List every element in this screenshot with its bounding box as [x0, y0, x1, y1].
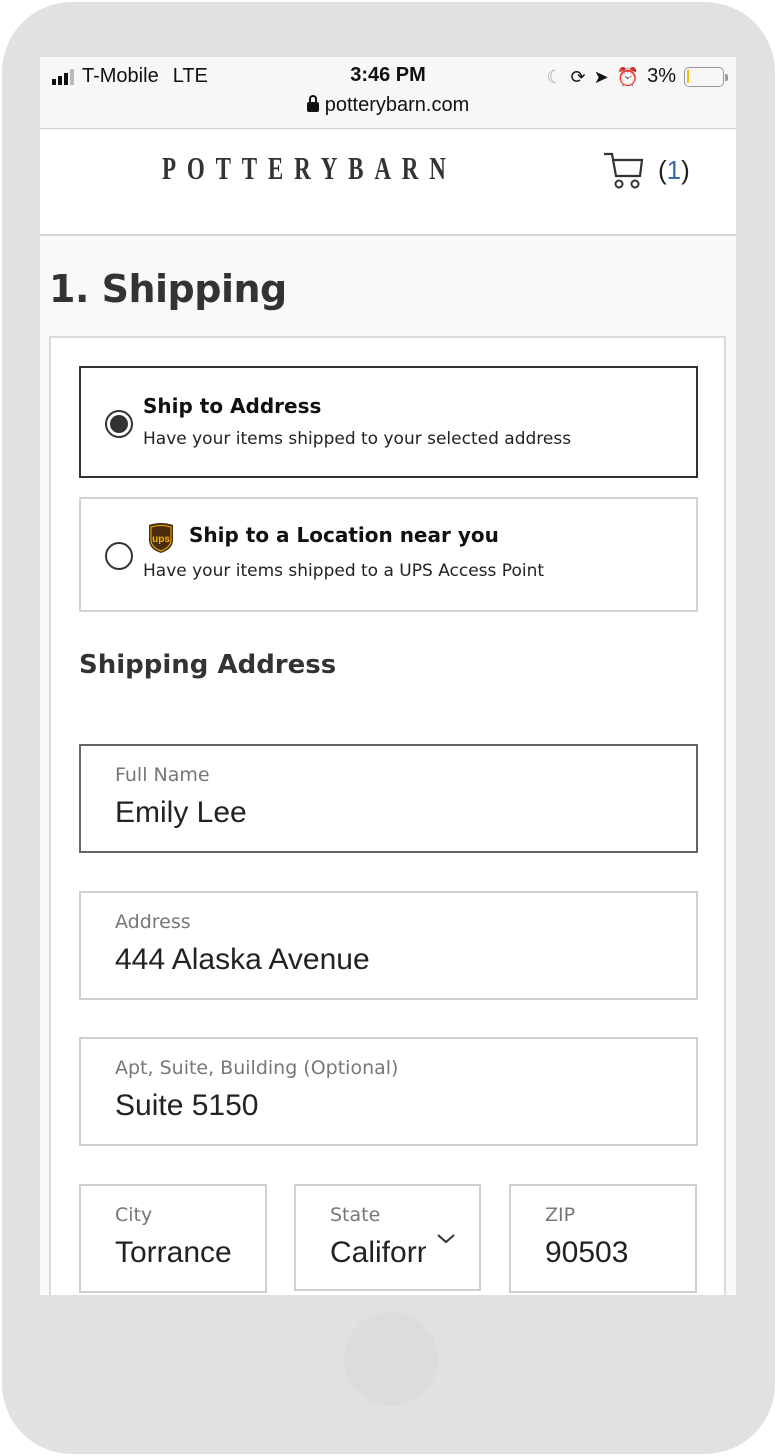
ship-to-location-radio[interactable] [105, 542, 133, 570]
alarm-icon: ⏰ [616, 66, 640, 87]
field-label: City [115, 1204, 153, 1226]
option-title: Ship to a Location near you [189, 523, 499, 547]
chevron-down-icon[interactable] [436, 1232, 456, 1246]
ups-logo-icon: ups [149, 523, 173, 553]
lock-icon [306, 95, 319, 112]
cart-count: (1) [658, 154, 690, 185]
site-header: POTTERYBARN (1) [40, 130, 736, 236]
battery-percent: 3% [647, 65, 676, 87]
home-button[interactable] [344, 1312, 438, 1406]
option-title: Ship to Address [143, 394, 322, 418]
shipping-address-heading: Shipping Address [79, 650, 337, 680]
address-input[interactable]: 444 Alaska Avenue [115, 943, 370, 977]
url-text: potterybarn.com [324, 94, 470, 116]
ship-to-address-radio[interactable] [105, 410, 133, 438]
city-input[interactable]: Torrance [115, 1236, 233, 1270]
ship-to-location-option[interactable]: ups Ship to a Location near you Have you… [79, 497, 698, 612]
state-select[interactable]: State California [294, 1184, 481, 1291]
location-icon: ➤ [593, 66, 609, 87]
full-name-input[interactable]: Emily Lee [115, 796, 247, 830]
shipping-panel: Ship to Address Have your items shipped … [49, 336, 726, 1295]
cart-icon [604, 152, 644, 189]
screen: T-Mobile LTE 3:46 PM ☾ ⟳ ➤ ⏰ 3% potteryb… [40, 57, 736, 1295]
url-bar[interactable]: potterybarn.com [40, 94, 736, 117]
zip-input[interactable]: 90503 [545, 1236, 628, 1270]
full-name-field[interactable]: Full Name Emily Lee [79, 744, 698, 853]
field-label: State [330, 1204, 381, 1226]
address-field[interactable]: Address 444 Alaska Avenue [79, 891, 698, 1000]
option-description: Have your items shipped to a UPS Access … [143, 561, 545, 581]
status-bar: T-Mobile LTE 3:46 PM ☾ ⟳ ➤ ⏰ 3% potteryb… [40, 57, 736, 129]
battery-icon [684, 66, 728, 87]
page-title: 1. Shipping [49, 267, 287, 311]
field-label: Address [115, 911, 191, 933]
field-label: Full Name [115, 764, 210, 786]
city-field[interactable]: City Torrance [79, 1184, 267, 1293]
field-label: ZIP [545, 1204, 576, 1226]
field-label: Apt, Suite, Building (Optional) [115, 1057, 399, 1079]
option-description: Have your items shipped to your selected… [143, 429, 572, 449]
ship-to-address-option[interactable]: Ship to Address Have your items shipped … [79, 366, 698, 478]
cart-button[interactable]: (1) [602, 150, 690, 190]
moon-icon: ☾ [546, 66, 563, 87]
orientation-lock-icon: ⟳ [570, 66, 586, 87]
zip-field[interactable]: ZIP 90503 [509, 1184, 697, 1293]
state-value[interactable]: California [330, 1236, 426, 1270]
apt-suite-field[interactable]: Apt, Suite, Building (Optional) Suite 51… [79, 1037, 698, 1146]
status-right: ☾ ⟳ ➤ ⏰ 3% [546, 65, 728, 88]
apt-suite-input[interactable]: Suite 5150 [115, 1089, 258, 1123]
svg-text:ups: ups [152, 534, 170, 545]
pottery-barn-logo[interactable]: POTTERYBARN [162, 150, 457, 187]
